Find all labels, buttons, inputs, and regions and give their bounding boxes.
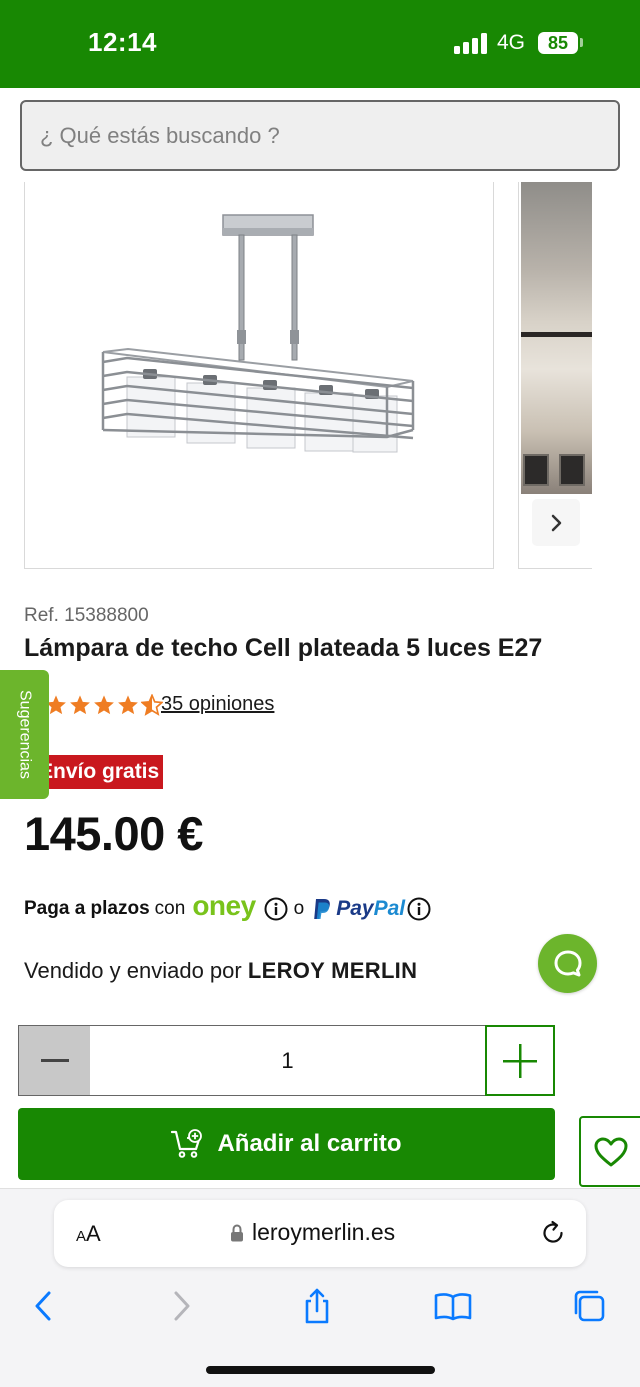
seller-name: LEROY MERLIN (247, 958, 418, 983)
increase-quantity-button[interactable] (485, 1025, 555, 1096)
lock-icon (231, 1223, 243, 1241)
quantity-value[interactable]: 1 (90, 1026, 485, 1095)
suggestions-label: Sugerencias (16, 690, 34, 779)
add-to-cart-label: Añadir al carrito (217, 1130, 402, 1157)
status-time: 12:14 (88, 27, 157, 57)
book-icon (434, 1293, 472, 1321)
kitchen-oven (559, 454, 585, 486)
add-to-cart-button[interactable]: Añadir al carrito (18, 1108, 555, 1180)
url-text: leroymerlin.es (252, 1219, 396, 1245)
paypal-logo-pay: Pay (336, 897, 374, 920)
aa-small: A (76, 1228, 87, 1245)
url-display[interactable]: leroymerlin.es (230, 1219, 395, 1246)
product-image-main[interactable] (24, 182, 494, 569)
chevron-right-icon (551, 514, 562, 531)
chat-bubble-icon (554, 950, 581, 976)
reload-icon (543, 1220, 563, 1243)
minus-icon (40, 1058, 69, 1062)
battery-cap (580, 38, 583, 47)
kitchen-shelf (521, 332, 592, 337)
reviews-link[interactable]: 35 opiniones (161, 693, 274, 716)
forward-button[interactable] (160, 1284, 204, 1328)
paypal-logo-pal: Pal (373, 897, 406, 920)
suggestions-tab[interactable]: Sugerencias (0, 670, 49, 799)
home-indicator[interactable] (206, 1366, 435, 1374)
heart-icon (594, 1137, 628, 1166)
product-title: Lámpara de techo Cell plateada 5 luces E… (24, 634, 543, 662)
paypal-icon (314, 899, 331, 919)
product-gallery[interactable] (0, 182, 592, 570)
reader-settings-button[interactable]: AA (76, 1221, 101, 1247)
product-ref: Ref. 15388800 (24, 605, 149, 626)
search-input[interactable] (22, 102, 618, 169)
connector-text: con (154, 898, 186, 919)
plus-icon (503, 1043, 537, 1078)
kitchen-image (521, 182, 592, 494)
seller-info: Vendido y enviado por LEROY MERLIN (24, 958, 417, 984)
oney-logo: oney (192, 890, 256, 921)
share-icon (305, 1288, 329, 1324)
network-type: 4G (497, 31, 526, 54)
chevron-right-icon (174, 1291, 190, 1321)
star-half-icon (141, 694, 163, 716)
or-text: o (293, 898, 305, 919)
reload-button[interactable] (540, 1220, 566, 1251)
tabs-icon (574, 1290, 605, 1322)
star-icon (94, 695, 114, 715)
star-icon (118, 695, 138, 715)
battery-icon: 85 (538, 32, 578, 54)
product-price: 145.00 € (24, 807, 203, 860)
kitchen-oven (523, 454, 549, 486)
browser-toolbar (0, 1284, 640, 1334)
lamp-image (101, 214, 415, 453)
back-button[interactable] (21, 1284, 65, 1328)
decrease-quantity-button[interactable] (19, 1026, 90, 1095)
cart-add-icon (171, 1129, 203, 1158)
quantity-stepper: 1 (18, 1025, 555, 1096)
favorite-button[interactable] (579, 1116, 640, 1187)
star-icon (70, 695, 90, 715)
share-button[interactable] (295, 1284, 339, 1328)
bookmarks-button[interactable] (431, 1284, 475, 1328)
cellular-signal-icon (454, 32, 488, 54)
info-icon[interactable] (407, 897, 431, 921)
payment-options: Paga a plazos con oney o PayPal (24, 890, 437, 925)
free-shipping-badge: Envío gratis (35, 755, 163, 789)
info-icon[interactable] (264, 897, 288, 921)
status-bar: 12:14 4G 85 (0, 0, 640, 88)
gallery-next-button[interactable] (532, 499, 580, 546)
tabs-button[interactable] (567, 1284, 611, 1328)
chevron-left-icon (35, 1291, 51, 1321)
seller-prefix: Vendido y enviado por (24, 958, 242, 983)
aa-large: A (86, 1221, 101, 1246)
search-bar[interactable] (20, 100, 620, 171)
installments-label: Paga a plazos (24, 898, 150, 919)
rating-stars[interactable] (45, 694, 163, 716)
paypal-logo: PayPal (336, 897, 405, 921)
battery-level: 85 (547, 33, 569, 53)
browser-chrome: AA leroymerlin.es (0, 1188, 640, 1387)
address-bar[interactable]: AA leroymerlin.es (54, 1200, 586, 1267)
chat-button[interactable] (538, 934, 597, 993)
